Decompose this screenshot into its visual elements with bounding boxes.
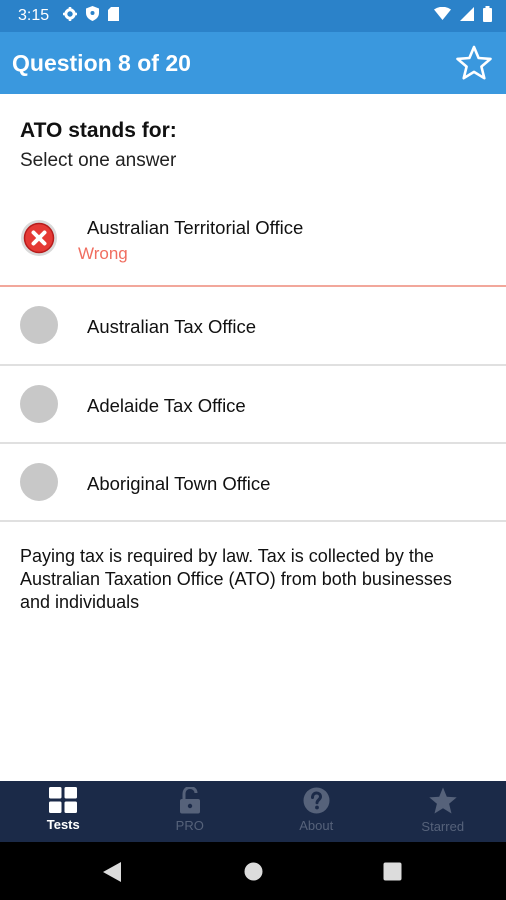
sim-card-icon — [108, 6, 120, 26]
status-time: 3:15 — [18, 7, 50, 24]
wrong-answer-icon — [20, 219, 58, 257]
answer-option-1[interactable]: Australian Territorial Office Wrong — [0, 195, 506, 287]
tab-pro[interactable]: PRO — [127, 781, 254, 842]
system-nav-bar — [0, 842, 506, 900]
signal-icon — [460, 6, 474, 26]
wrong-feedback-text: Wrong — [78, 244, 128, 263]
answer-explanation: Paying tax is required by law. Tax is co… — [20, 546, 452, 612]
tab-starred[interactable]: Starred — [380, 781, 506, 842]
question-text: ATO stands for: — [20, 119, 177, 142]
home-icon[interactable] — [244, 862, 263, 886]
status-bar: 3:15 — [0, 0, 506, 32]
answer-option-2[interactable]: Australian Tax Office — [0, 287, 506, 366]
bottom-nav: Tests PRO About Starred — [0, 781, 506, 842]
radio-circle-icon — [20, 306, 58, 344]
shield-icon — [86, 6, 100, 26]
star-outline-icon — [456, 45, 492, 80]
battery-icon — [483, 5, 492, 27]
radio-circle-icon — [20, 385, 58, 423]
tab-label: About — [299, 818, 334, 833]
radio-circle-icon — [20, 463, 58, 501]
answer-option-4[interactable]: Aboriginal Town Office — [0, 444, 506, 522]
tab-label: Starred — [421, 819, 465, 834]
answer-option-3[interactable]: Adelaide Tax Office — [0, 366, 506, 444]
recents-icon[interactable] — [383, 862, 402, 886]
question-instruction: Select one answer — [20, 150, 177, 171]
unlock-icon — [179, 787, 200, 814]
tab-label: Tests — [46, 817, 80, 832]
wifi-icon — [434, 6, 451, 25]
answer-option-label: Australian Tax Office — [87, 316, 256, 337]
tab-label: PRO — [175, 818, 204, 833]
back-icon[interactable] — [102, 861, 122, 888]
help-icon — [303, 787, 330, 814]
tab-about[interactable]: About — [253, 781, 380, 842]
answer-option-label: Australian Territorial Office — [87, 217, 304, 238]
star-icon — [429, 787, 457, 814]
app-bar: Question 8 of 20 — [0, 32, 506, 94]
answer-option-label: Adelaide Tax Office — [87, 395, 246, 416]
settings-icon — [63, 6, 78, 26]
page-title: Question 8 of 20 — [12, 49, 191, 76]
tab-tests[interactable]: Tests — [0, 781, 127, 842]
favorite-star-button[interactable] — [454, 43, 494, 83]
grid-icon — [49, 787, 78, 813]
answer-option-label: Aboriginal Town Office — [87, 473, 271, 494]
